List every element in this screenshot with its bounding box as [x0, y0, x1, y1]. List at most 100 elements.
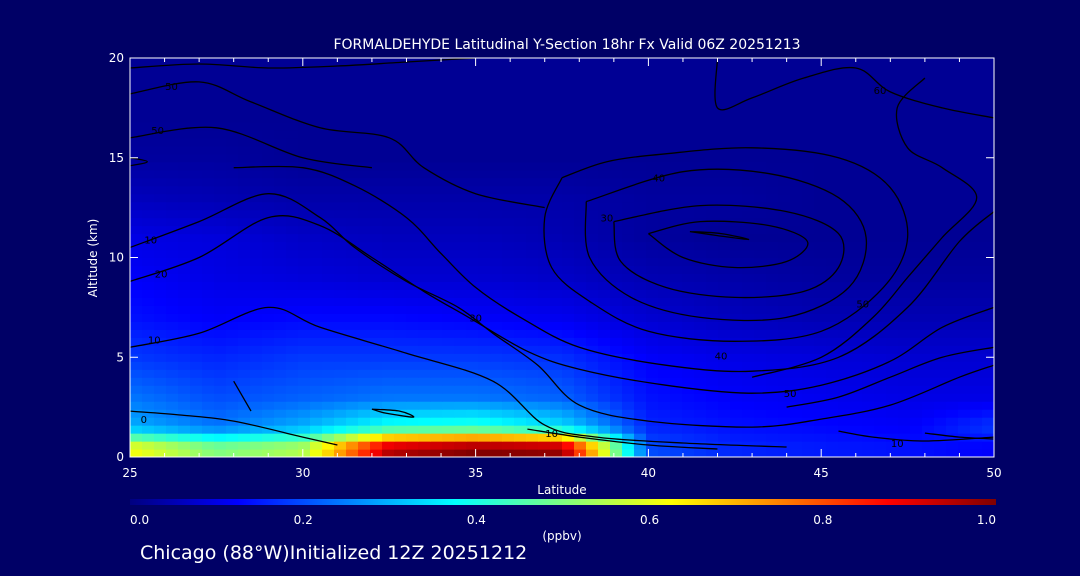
- heatmap-cell: [802, 265, 815, 275]
- heatmap-cell: [862, 273, 875, 283]
- heatmap-cell: [922, 137, 935, 147]
- heatmap-cell: [322, 281, 335, 291]
- heatmap-cell: [322, 401, 335, 410]
- heatmap-cell: [442, 441, 455, 450]
- heatmap-cell: [910, 401, 923, 410]
- heatmap-cell: [490, 345, 503, 354]
- heatmap-cell: [946, 297, 959, 306]
- heatmap-cell: [874, 209, 887, 219]
- heatmap-cell: [526, 105, 539, 115]
- heatmap-cell: [622, 145, 635, 155]
- heatmap-cell: [754, 377, 767, 386]
- heatmap-cell: [334, 97, 347, 107]
- heatmap-cell: [466, 289, 479, 298]
- heatmap-cell: [670, 409, 683, 418]
- heatmap-cell: [682, 89, 695, 99]
- heatmap-cell: [178, 249, 191, 259]
- heatmap-cell: [682, 241, 695, 251]
- heatmap-cell: [454, 409, 467, 418]
- heatmap-cell: [346, 105, 359, 115]
- heatmap-cell: [406, 81, 419, 91]
- heatmap-cell: [742, 353, 755, 362]
- heatmap-cell: [538, 313, 551, 322]
- heatmap-cell: [166, 201, 179, 211]
- heatmap-cell: [970, 97, 983, 107]
- heatmap-cell: [838, 273, 851, 283]
- heatmap-cell: [922, 369, 935, 378]
- heatmap-cell: [682, 185, 695, 195]
- heatmap-cell: [970, 305, 983, 314]
- heatmap-cell: [142, 137, 155, 147]
- heatmap-cell: [334, 377, 347, 386]
- heatmap-cell: [382, 313, 395, 322]
- heatmap-cell: [730, 329, 743, 338]
- heatmap-cell: [982, 121, 994, 131]
- heatmap-cell: [478, 73, 491, 83]
- heatmap-cell: [502, 273, 515, 283]
- heatmap-cell: [982, 169, 994, 179]
- heatmap-cell: [190, 113, 203, 123]
- heatmap-cell: [526, 177, 539, 187]
- heatmap-cell: [634, 289, 647, 298]
- heatmap-cell: [850, 281, 863, 291]
- heatmap-cell: [910, 89, 923, 99]
- heatmap-cell: [586, 209, 599, 219]
- heatmap-cell: [550, 297, 563, 306]
- heatmap-cell: [670, 121, 683, 131]
- heatmap-cell: [598, 425, 611, 434]
- heatmap-cell: [154, 321, 167, 330]
- heatmap-cell: [154, 377, 167, 386]
- heatmap-cell: [958, 329, 971, 338]
- heatmap-cell: [226, 265, 239, 275]
- heatmap-cell: [142, 425, 155, 434]
- heatmap-cell: [514, 65, 527, 75]
- heatmap-cell: [502, 441, 515, 450]
- heatmap-cell: [610, 129, 623, 139]
- heatmap-cell: [214, 177, 227, 187]
- heatmap-cell: [526, 249, 539, 259]
- heatmap-cell: [646, 121, 659, 131]
- heatmap-cell: [490, 185, 503, 195]
- heatmap-cell: [874, 193, 887, 203]
- heatmap-cell: [358, 289, 371, 298]
- heatmap-cell: [250, 177, 263, 187]
- heatmap-cell: [862, 153, 875, 163]
- heatmap-cell: [274, 433, 287, 442]
- heatmap-cell: [862, 201, 875, 211]
- heatmap-cell: [730, 241, 743, 251]
- heatmap-cell: [946, 417, 959, 426]
- heatmap-cell: [130, 369, 143, 378]
- heatmap-cell: [478, 105, 491, 115]
- heatmap-cell: [742, 153, 755, 163]
- heatmap-cell: [586, 65, 599, 75]
- heatmap-cell: [322, 233, 335, 243]
- heatmap-cell: [502, 105, 515, 115]
- heatmap-cell: [322, 249, 335, 259]
- heatmap-cell: [442, 321, 455, 330]
- heatmap-cell: [286, 89, 299, 99]
- heatmap-cell: [130, 201, 143, 211]
- heatmap-cell: [502, 289, 515, 298]
- heatmap-cell: [418, 449, 431, 457]
- heatmap-cell: [802, 433, 815, 442]
- heatmap-cell: [586, 313, 599, 322]
- heatmap-cell: [790, 73, 803, 83]
- heatmap-cell: [190, 425, 203, 434]
- heatmap-cell: [598, 185, 611, 195]
- heatmap-cell: [406, 201, 419, 211]
- heatmap-cell: [910, 201, 923, 211]
- heatmap-cell: [622, 89, 635, 99]
- heatmap-cell: [850, 361, 863, 370]
- heatmap-cell: [538, 385, 551, 394]
- heatmap-cell: [298, 209, 311, 219]
- heatmap-cell: [454, 425, 467, 434]
- heatmap-cell: [526, 393, 539, 402]
- heatmap-cell: [166, 289, 179, 298]
- heatmap-cell: [682, 385, 695, 394]
- heatmap-cell: [322, 97, 335, 107]
- x-tick-label: 35: [468, 466, 483, 480]
- heatmap-cell: [334, 337, 347, 346]
- heatmap-cell: [502, 313, 515, 322]
- heatmap-cell: [634, 249, 647, 259]
- heatmap-cell: [478, 161, 491, 171]
